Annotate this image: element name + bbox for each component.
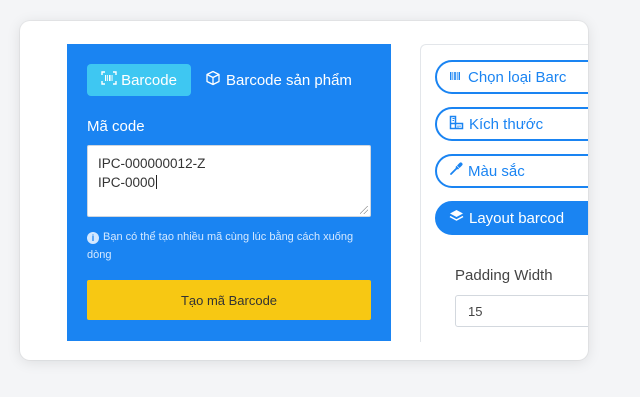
size-label: Kích thước — [469, 115, 544, 133]
text-caret — [156, 175, 158, 189]
code-textarea[interactable]: IPC-000000012-Z IPC-0000 — [87, 145, 371, 217]
barcode-type-button[interactable]: Chọn loại Barc — [435, 60, 588, 94]
ruler-icon — [449, 115, 464, 134]
barcode-input-panel: Barcode Barcode sản phẩm Mã code IPC-000… — [67, 44, 391, 341]
barcode-scan-icon — [101, 71, 117, 89]
size-button[interactable]: Kích thước — [435, 107, 588, 141]
tab-barcode-label: Barcode — [121, 71, 177, 89]
code-field-label: Mã code — [87, 118, 145, 135]
barcode-generator-card: Barcode Barcode sản phẩm Mã code IPC-000… — [20, 21, 588, 360]
info-icon: i — [87, 232, 99, 244]
box-icon — [205, 70, 221, 90]
color-label: Màu sắc — [468, 162, 525, 180]
tab-product-barcode-label: Barcode sản phẩm — [226, 71, 352, 89]
barcode-icon — [449, 69, 463, 86]
tab-barcode[interactable]: Barcode — [87, 64, 191, 96]
padding-width-input[interactable]: 15 — [455, 295, 588, 327]
resize-handle[interactable] — [360, 206, 368, 214]
layout-button[interactable]: Layout barcod — [435, 201, 588, 235]
padding-width-label: Padding Width — [455, 267, 553, 284]
code-line: IPC-000000012-Z — [98, 156, 206, 171]
layers-icon — [449, 209, 464, 227]
tab-product-barcode[interactable]: Barcode sản phẩm — [205, 64, 352, 96]
generate-barcode-button[interactable]: Tạo mã Barcode — [87, 280, 371, 320]
color-button[interactable]: Màu sắc — [435, 154, 588, 188]
layout-label: Layout barcod — [469, 209, 565, 227]
multi-code-hint: i Bạn có thể tạo nhiều mã cùng lúc bằng c… — [87, 228, 377, 264]
eyedropper-icon — [449, 162, 463, 180]
code-line: IPC-0000 — [98, 175, 158, 190]
hint-text: Bạn có thể tạo nhiều mã cùng lúc bằng cá… — [87, 231, 354, 261]
barcode-type-label: Chọn loại Barc — [468, 68, 567, 86]
settings-panel: Chọn loại Barc Kích thước Màu sắc Layout… — [420, 44, 588, 342]
